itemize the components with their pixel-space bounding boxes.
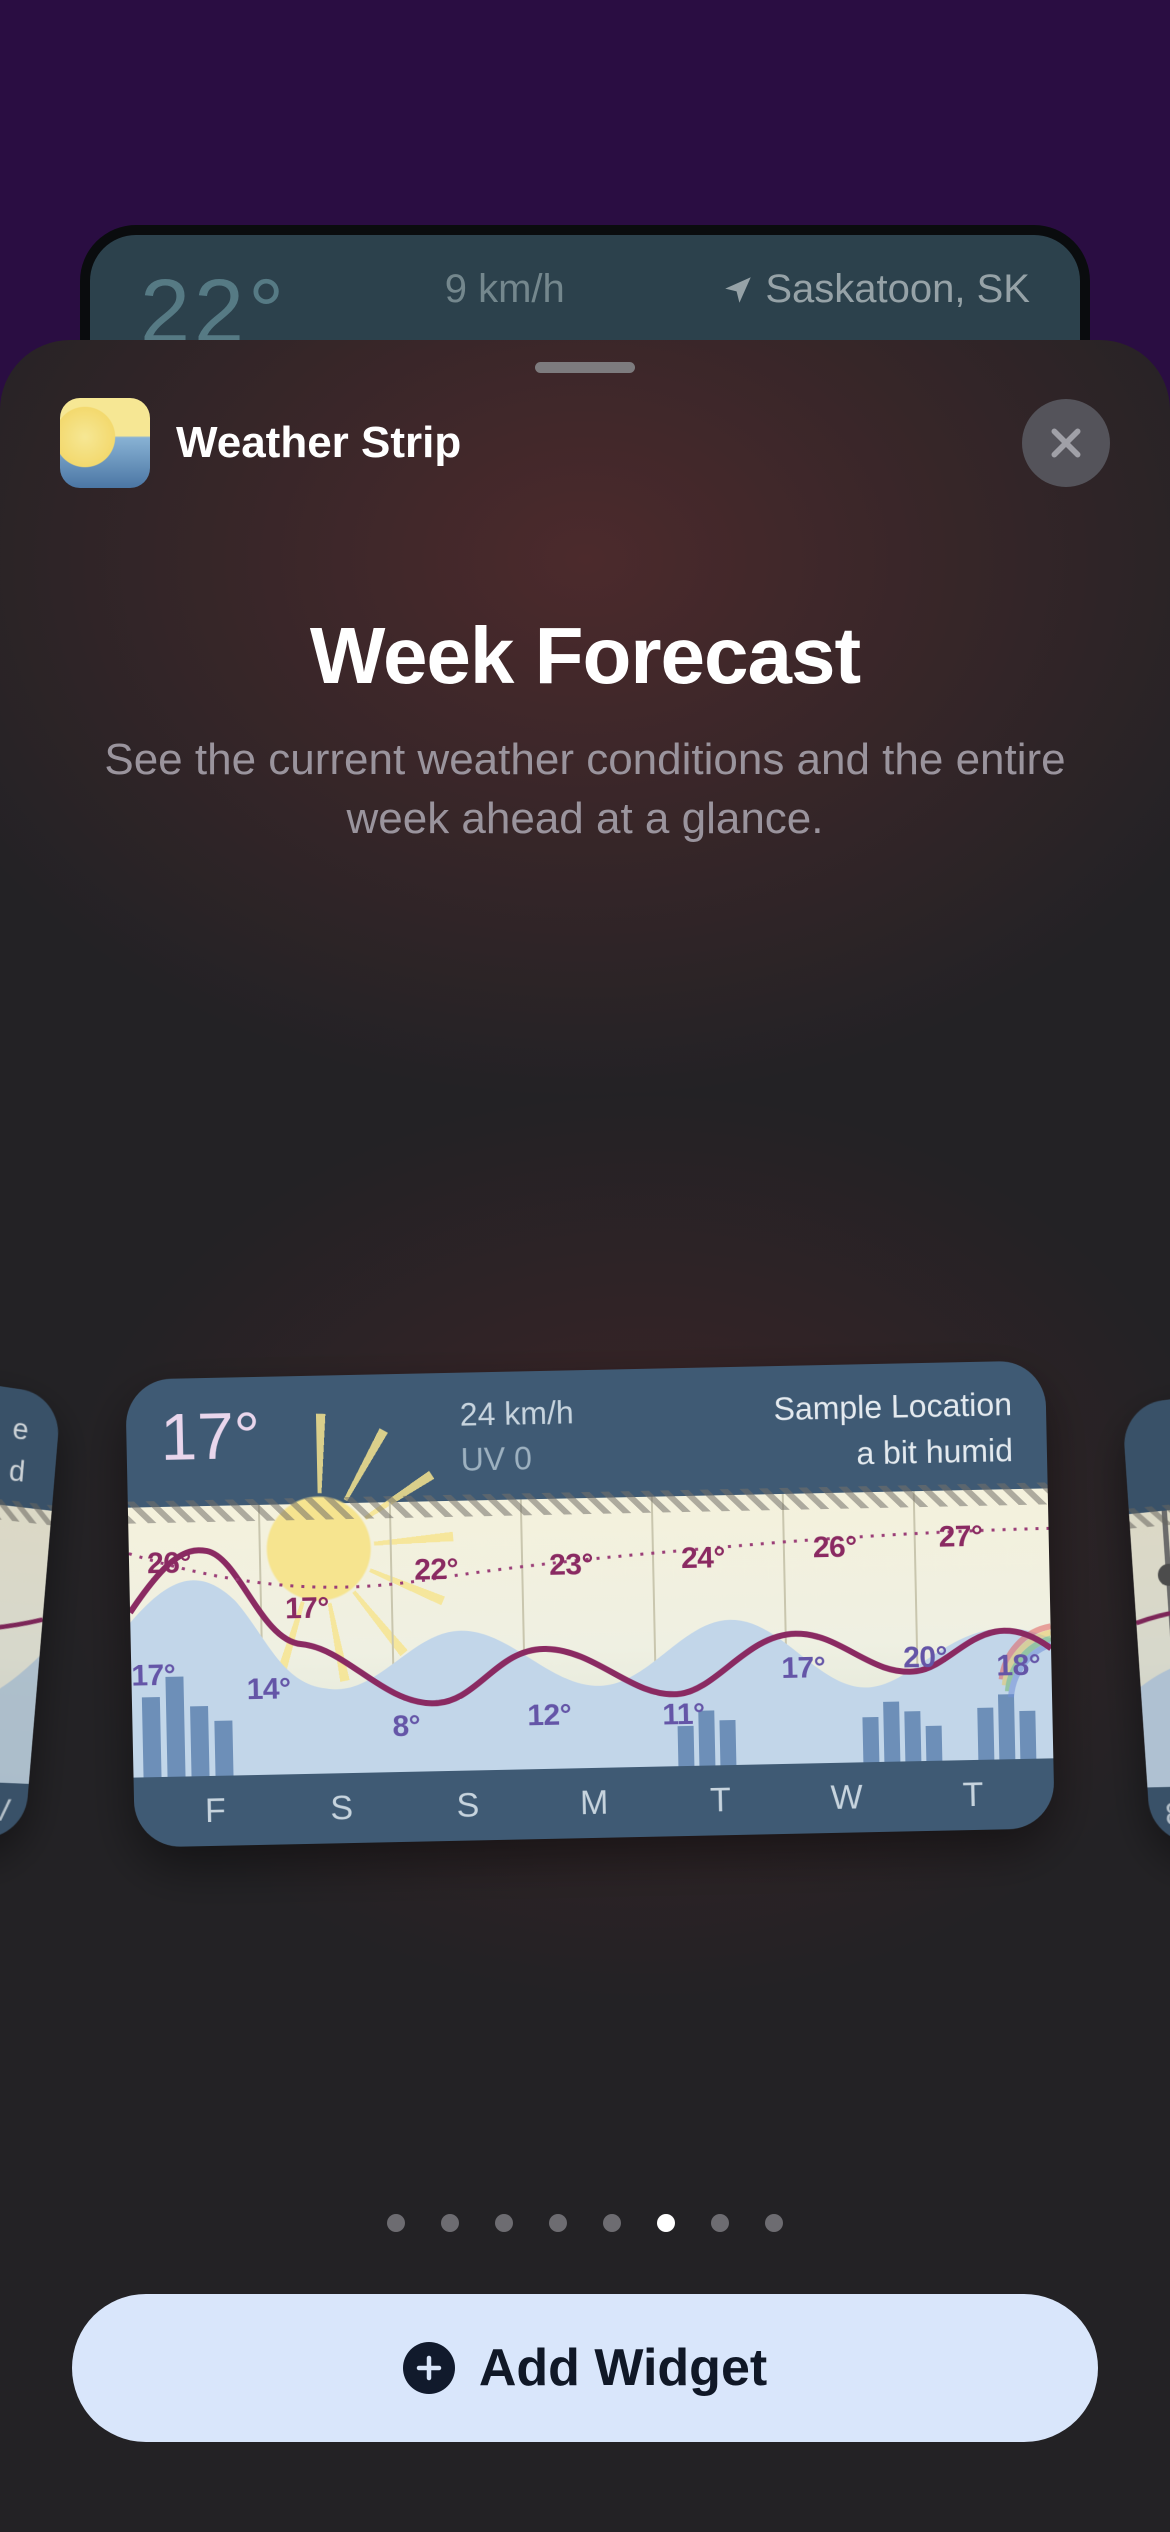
page-dot[interactable]	[657, 2214, 675, 2232]
sheet-header: Weather Strip	[60, 398, 1110, 488]
add-widget-label: Add Widget	[479, 2338, 767, 2398]
preview-high-3: 23°	[549, 1548, 594, 1583]
widget-size-carousel[interactable]: e d V 17° 24 km/h UV 0	[0, 1340, 1170, 1870]
preview-day-0: F	[152, 1790, 279, 1832]
prev-chart	[0, 1463, 52, 1783]
page-dot[interactable]	[549, 2214, 567, 2232]
page-dot[interactable]	[603, 2214, 621, 2232]
preview-day-5: W	[783, 1777, 910, 1819]
prev-partial-text: e d	[7, 1407, 30, 1494]
preview-humidity: a bit humid	[774, 1428, 1013, 1479]
widget-preview-next[interactable]: 8	[1122, 1354, 1170, 1842]
widget-picker-sheet: Weather Strip Week Forecast See the curr…	[0, 340, 1170, 2532]
preview-low-0: 17°	[131, 1659, 176, 1694]
page-dot[interactable]	[495, 2214, 513, 2232]
page-indicator[interactable]	[0, 2214, 1170, 2232]
preview-low-2: 8°	[392, 1710, 420, 1745]
preview-high-5: 26°	[813, 1530, 858, 1565]
prev-footer-partial: V	[0, 1778, 12, 1829]
preview-uv: UV 0	[460, 1435, 575, 1482]
preview-low-7: 18°	[996, 1649, 1041, 1684]
preview-high-4: 24°	[681, 1541, 726, 1576]
preview-wind: 24 km/h	[459, 1390, 574, 1437]
close-icon	[1046, 423, 1086, 463]
page-dot[interactable]	[765, 2214, 783, 2232]
preview-day-3: M	[531, 1782, 658, 1824]
preview-day-2: S	[404, 1785, 531, 1827]
add-widget-button[interactable]: Add Widget	[72, 2294, 1098, 2442]
preview-high-2: 22°	[414, 1553, 459, 1588]
preview-high-0: 26°	[147, 1546, 192, 1581]
close-button[interactable]	[1022, 399, 1110, 487]
preview-day-4: T	[657, 1779, 784, 1821]
preview-low-1: 14°	[246, 1672, 291, 1707]
preview-high-1: 17°	[285, 1591, 330, 1626]
next-footer-partial: 8	[1164, 1789, 1170, 1833]
preview-low-3: 12°	[527, 1698, 572, 1733]
widget-title: Week Forecast	[0, 610, 1170, 702]
preview-chart: 26° 17° 22° 23° 24° 26° 27° 17° 14° 8° 1…	[128, 1488, 1053, 1777]
plus-icon	[403, 2342, 455, 2394]
app-name: Weather Strip	[176, 418, 461, 468]
bg-location-text: Saskatoon, SK	[765, 267, 1030, 312]
widget-preview-prev[interactable]: e d V	[0, 1335, 61, 1839]
page-dot[interactable]	[387, 2214, 405, 2232]
location-arrow-icon	[721, 273, 755, 307]
preview-high-6: 27°	[938, 1520, 983, 1555]
bg-wind: 9 km/h	[445, 267, 565, 312]
next-chart	[1129, 1474, 1170, 1787]
preview-mid: 24 km/h UV 0	[459, 1390, 575, 1482]
preview-day-6: T	[909, 1774, 1036, 1816]
widget-subtitle: See the current weather conditions and t…	[90, 730, 1080, 849]
bg-location: Saskatoon, SK	[721, 267, 1030, 312]
page-dot[interactable]	[711, 2214, 729, 2232]
preview-day-1: S	[278, 1787, 405, 1829]
preview-location: Sample Location	[773, 1381, 1012, 1432]
widget-preview-week-forecast[interactable]: 17° 24 km/h UV 0 Sample Location a bit h…	[125, 1360, 1055, 1847]
app-icon	[60, 398, 150, 488]
sheet-grabber[interactable]	[535, 362, 635, 373]
preview-low-6: 20°	[903, 1641, 948, 1676]
preview-low-4: 11°	[662, 1698, 705, 1733]
preview-low-5: 17°	[781, 1651, 826, 1686]
page-dot[interactable]	[441, 2214, 459, 2232]
preview-right: Sample Location a bit humid	[773, 1381, 1013, 1479]
